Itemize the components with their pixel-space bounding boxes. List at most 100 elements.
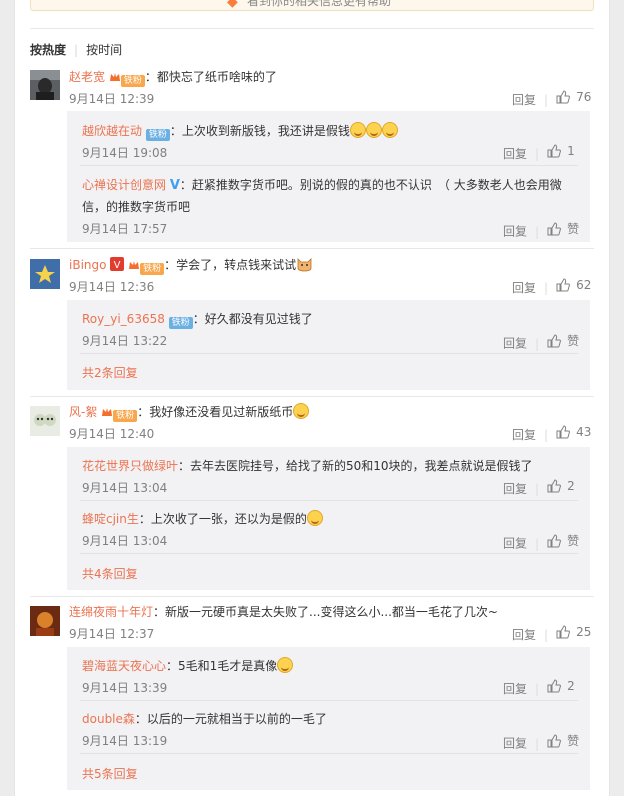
fan-badge: 铁粉 xyxy=(168,317,193,329)
reply-time: 9月14日 13:04 xyxy=(82,534,168,548)
reply-actions: 回复 | 赞 xyxy=(503,220,580,239)
comment-text: ：我好像还没看见过新版纸币 xyxy=(137,405,294,419)
laugh-cry-emoji-icon xyxy=(349,122,366,138)
crown-icon xyxy=(102,408,113,416)
crown-icon xyxy=(129,261,140,269)
reply-username[interactable]: 越欣越在动 xyxy=(82,124,142,138)
reply-button[interactable]: 回复 xyxy=(503,737,527,751)
more-replies-link[interactable]: 共2条回复 xyxy=(82,364,138,381)
reply-username[interactable]: 碧海蓝天夜心心 xyxy=(82,659,166,673)
like-button[interactable]: 1 xyxy=(547,144,575,158)
like-count: 2 xyxy=(567,479,575,493)
sort-by-time-tab[interactable]: 按时间 xyxy=(86,43,122,57)
reply-text: ：5毛和1毛才是真像 xyxy=(166,659,278,673)
like-count: 43 xyxy=(576,425,592,439)
like-count: 2 xyxy=(567,679,575,693)
thumbs-up-icon xyxy=(556,278,571,292)
reply-actions: 回复 | 2 xyxy=(503,679,575,696)
like-button[interactable]: 赞 xyxy=(547,532,579,549)
avatar[interactable] xyxy=(30,259,60,289)
reply-time: 9月14日 13:39 xyxy=(82,681,168,695)
avatar[interactable] xyxy=(30,406,60,436)
comment-actions: 回复 | 76 xyxy=(512,90,592,107)
like-button[interactable]: 2 xyxy=(547,679,575,693)
comment-text: ：学会了，转点钱来试试 xyxy=(164,258,297,272)
vip-icon: V xyxy=(110,257,125,271)
like-button[interactable]: 76 xyxy=(556,90,591,104)
divider xyxy=(80,165,578,166)
like-button[interactable]: 赞 xyxy=(547,332,579,349)
divider xyxy=(80,700,578,701)
comment-text: ：新版一元硬币真是太失败了...变得这么小...都当一毛花了几次~ xyxy=(153,605,498,619)
reply-username[interactable]: 花花世界只做绿叶 xyxy=(82,459,178,473)
comment-username[interactable]: 风-絮 xyxy=(69,405,97,419)
comment-username[interactable]: iBingo xyxy=(69,258,106,272)
reply-button[interactable]: 回复 xyxy=(512,281,536,295)
svg-text:V: V xyxy=(114,260,121,271)
reply-button[interactable]: 回复 xyxy=(512,93,536,107)
avatar[interactable] xyxy=(30,70,60,100)
fan-badge: 铁粉 xyxy=(120,75,145,87)
comment-time: 9月14日 12:39 xyxy=(69,92,155,106)
divider xyxy=(30,596,594,597)
thumbs-up-icon xyxy=(547,533,562,547)
reply-username[interactable]: 心禅设计创意网 xyxy=(82,178,166,192)
diamond-icon: ◆ xyxy=(227,0,238,10)
like-count: 赞 xyxy=(567,334,580,348)
reply-button[interactable]: 回复 xyxy=(503,482,527,496)
comment-username[interactable]: 连绵夜雨十年灯 xyxy=(69,605,153,619)
divider xyxy=(30,248,594,249)
reply-text: ：去年去医院挂号，给找了新的50和10块的，我差点就说是假钱了 xyxy=(178,459,533,473)
reply-time: 9月14日 19:08 xyxy=(82,146,168,160)
like-button[interactable]: 赞 xyxy=(547,220,579,237)
fan-badge: 铁粉 xyxy=(140,263,165,275)
top-notice-text: 看到你的相关信息更有帮助 xyxy=(247,0,392,8)
crown-icon xyxy=(109,73,120,81)
reply-button[interactable]: 回复 xyxy=(503,147,527,161)
thumbs-up-icon xyxy=(556,425,571,439)
reply-button[interactable]: 回复 xyxy=(503,537,527,551)
sort-by-hot-tab[interactable]: 按热度 xyxy=(30,43,66,57)
thumbs-up-icon xyxy=(547,144,562,158)
like-button[interactable]: 2 xyxy=(547,479,575,493)
laugh-emoji-icon xyxy=(277,657,294,673)
comment-time: 9月14日 12:36 xyxy=(69,280,155,294)
thumbs-up-icon xyxy=(547,333,562,347)
like-count: 赞 xyxy=(567,222,580,236)
like-button[interactable]: 25 xyxy=(556,625,591,639)
divider xyxy=(80,353,578,354)
reply-button[interactable]: 回复 xyxy=(503,337,527,351)
reply-actions: 回复 | 赞 xyxy=(503,532,580,551)
laugh-cry-emoji-icon xyxy=(381,122,398,138)
like-button[interactable]: 赞 xyxy=(547,732,579,749)
reply-button[interactable]: 回复 xyxy=(512,428,536,442)
comment-actions: 回复 | 43 xyxy=(512,425,592,442)
avatar[interactable] xyxy=(30,606,60,636)
reply-button[interactable]: 回复 xyxy=(503,682,527,696)
sort-tabs: 按热度 | 按时间 xyxy=(30,41,122,58)
thumbs-up-icon xyxy=(556,625,571,639)
like-count: 赞 xyxy=(567,534,580,548)
reply-button[interactable]: 回复 xyxy=(503,225,527,239)
like-button[interactable]: 62 xyxy=(556,278,591,292)
reply-button[interactable]: 回复 xyxy=(512,628,536,642)
laugh-emoji-icon xyxy=(306,510,323,526)
reply-username[interactable]: Roy_yi_63658 xyxy=(82,312,165,326)
reply-text: ：好久都没有见过钱了 xyxy=(192,312,313,326)
like-count: 62 xyxy=(576,278,592,292)
thumbs-up-icon xyxy=(547,679,562,693)
more-replies-link[interactable]: 共5条回复 xyxy=(82,765,138,782)
thumbs-up-icon xyxy=(547,479,562,493)
reply-username[interactable]: double森 xyxy=(82,712,135,726)
reply-username[interactable]: 蜂啶cjin生 xyxy=(82,512,139,526)
reply-time: 9月14日 13:19 xyxy=(82,734,168,748)
more-replies-link[interactable]: 共4条回复 xyxy=(82,565,138,582)
reply-text-continued: 信，的推数字货币吧 xyxy=(82,200,191,214)
reply-text: ：以后的一元就相当于以前的一毛了 xyxy=(134,712,327,726)
like-button[interactable]: 43 xyxy=(556,425,591,439)
reply-actions: 回复 | 2 xyxy=(503,479,575,496)
thumbs-up-icon xyxy=(556,90,571,104)
thumbs-up-icon xyxy=(547,733,562,747)
comment-username[interactable]: 赵老宽 xyxy=(69,70,105,84)
like-count: 25 xyxy=(576,625,592,639)
